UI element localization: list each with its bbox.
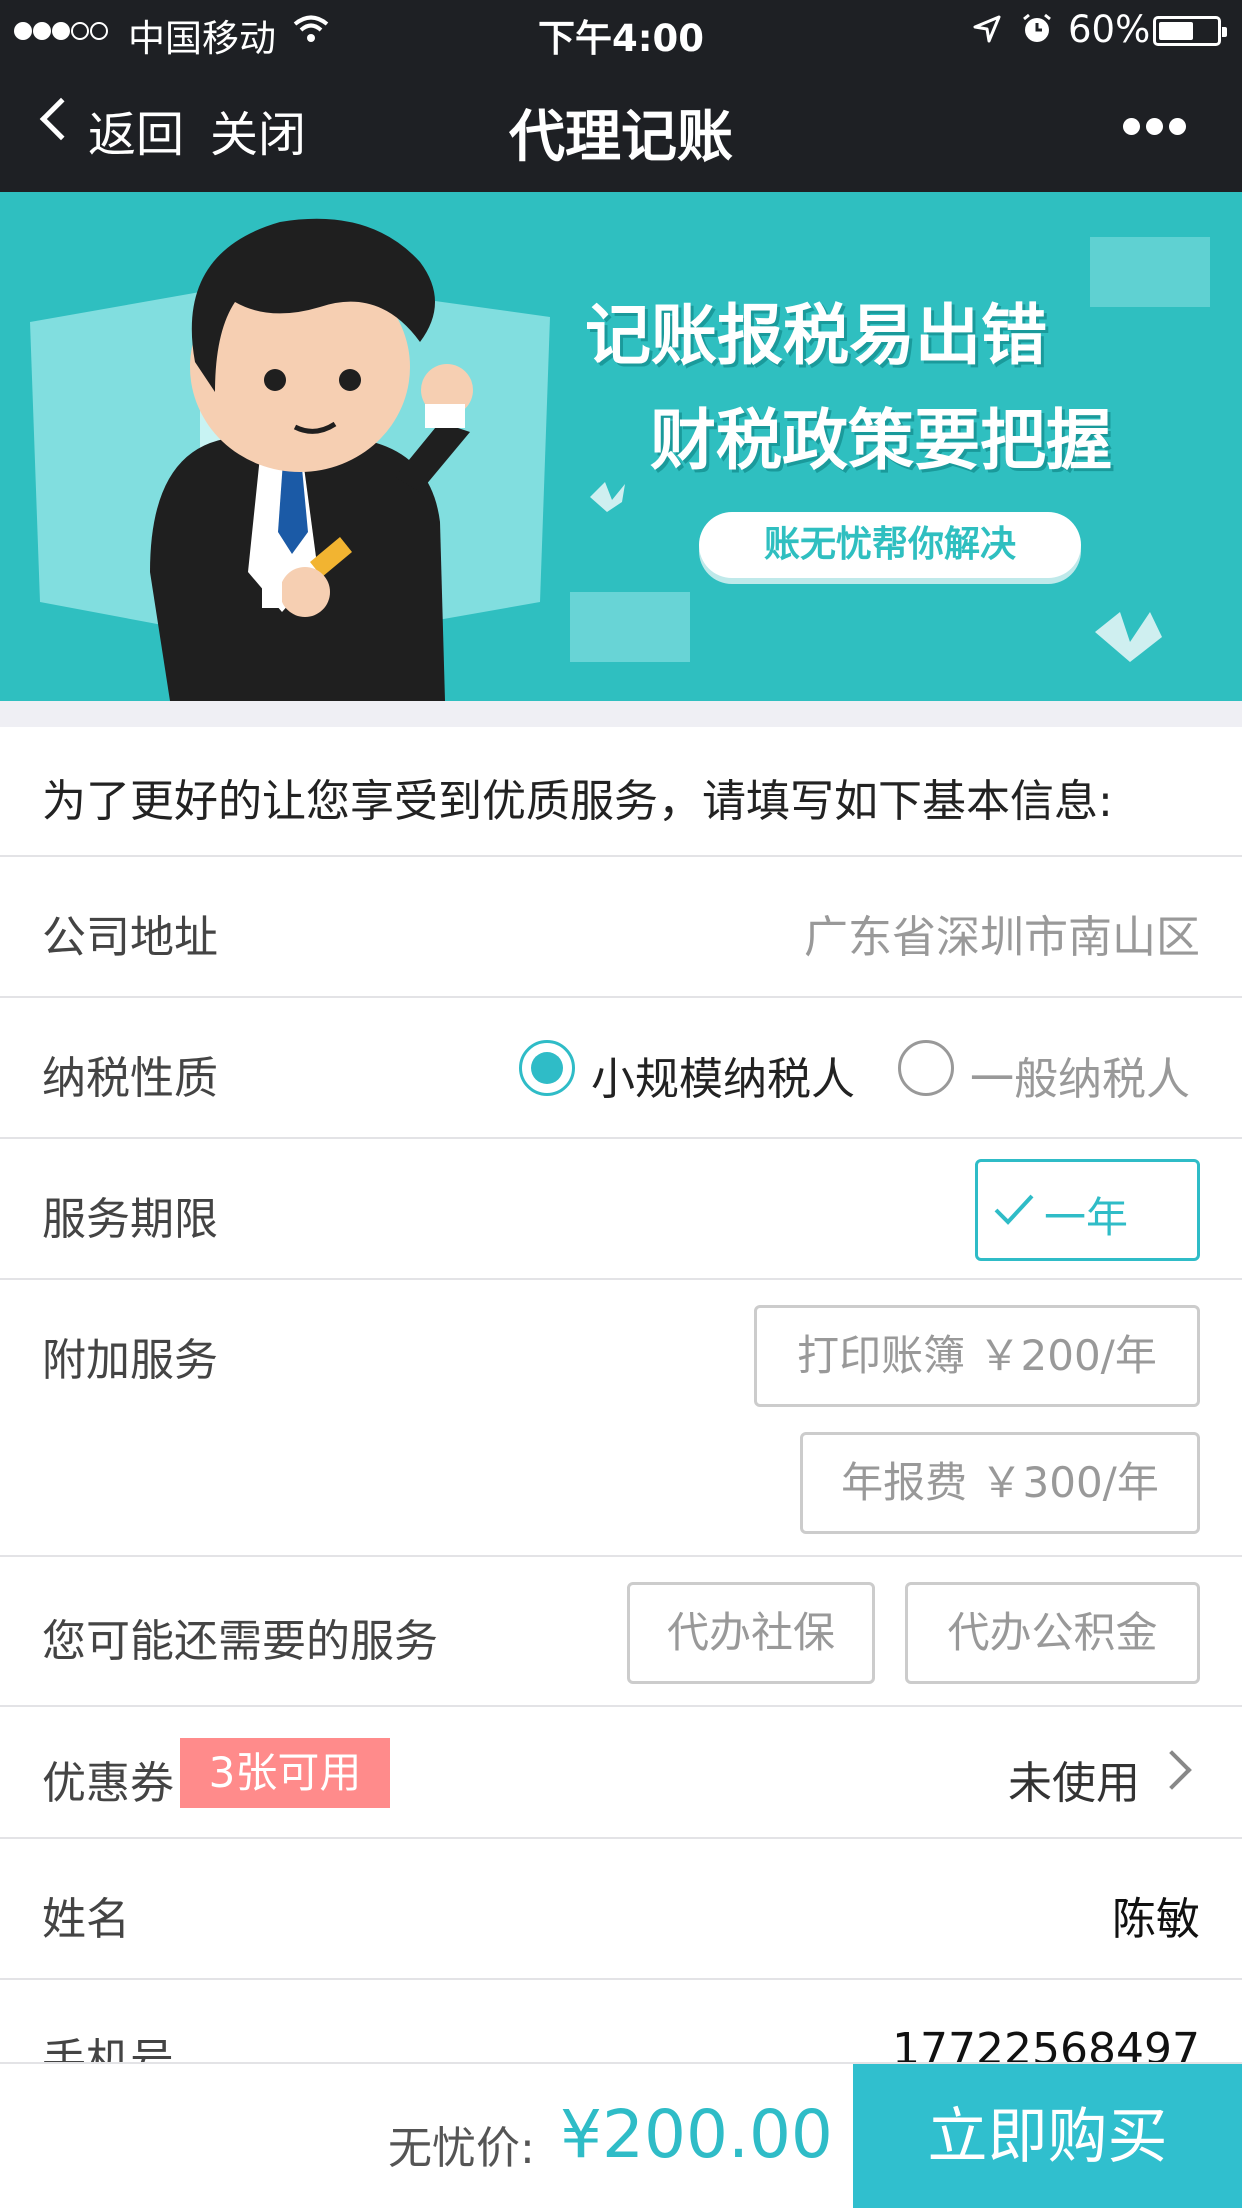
battery-percent: 60% (1068, 8, 1151, 51)
price-label: 无忧价: (388, 2123, 535, 2174)
tax-option-general-label: 一般纳税人 (970, 1054, 1190, 1105)
extra-print-books-option[interactable]: 打印账簿 ￥200/年 (754, 1305, 1200, 1407)
name-value[interactable]: 陈敏 (1112, 1883, 1200, 1947)
section-gap (0, 701, 1242, 727)
housing-fund-option[interactable]: 代办公积金 (905, 1582, 1200, 1684)
banner-line1: 记账报税易出错 (585, 297, 1047, 374)
check-icon (994, 1194, 1034, 1225)
period-option-label: 一年 (1044, 1193, 1129, 1242)
banner-line2: 财税政策要把握 (650, 402, 1112, 479)
clock: 下午4:00 (537, 17, 705, 60)
page: 中国移动 下午4:00 60% 返回 关闭 代理记账 记账报税易出错 财税政策要… (0, 0, 1242, 2208)
name-row[interactable]: 姓名 陈敏 (0, 1839, 1242, 1980)
location-arrow-icon (973, 15, 1001, 43)
alarm-icon (1023, 13, 1051, 42)
recommended-services-label: 您可能还需要的服务 (42, 1616, 438, 1667)
battery-icon (1153, 16, 1227, 46)
address-label: 公司地址 (42, 912, 218, 963)
period-label: 服务期限 (42, 1194, 218, 1245)
banner-pill: 账无忧帮你解决 (699, 512, 1081, 578)
status-bar: 中国移动 下午4:00 60% (0, 0, 1242, 62)
recommended-services-row: 您可能还需要的服务 代办社保 代办公积金 (0, 1557, 1242, 1707)
period-option-one-year[interactable]: 一年 (975, 1159, 1200, 1261)
extra-annual-report-option[interactable]: 年报费 ￥300/年 (800, 1432, 1200, 1534)
address-row[interactable]: 公司地址 广东省深圳市南山区 (0, 857, 1242, 998)
name-label: 姓名 (42, 1894, 130, 1945)
coupon-count-badge: 3张可用 (180, 1738, 390, 1808)
extra-services-row: 附加服务 打印账簿 ￥200/年 年报费 ￥300/年 (0, 1280, 1242, 1557)
promo-banner[interactable]: 记账报税易出错 财税政策要把握 账无忧帮你解决 (0, 192, 1242, 701)
period-row: 服务期限 一年 (0, 1139, 1242, 1280)
coupon-label: 优惠券 (42, 1758, 174, 1809)
price-value: ¥200.00 (560, 2096, 833, 2173)
top-bar: 中国移动 下午4:00 60% 返回 关闭 代理记账 (0, 0, 1242, 192)
checkout-bar: 无忧价: ¥200.00 立即购买 (0, 2062, 1242, 2208)
intro-row: 为了更好的让您享受到优质服务，请填写如下基本信息: (0, 727, 1242, 857)
buy-now-button[interactable]: 立即购买 (853, 2064, 1242, 2208)
coupon-status: 未使用 (1008, 1758, 1140, 1809)
intro-text: 为了更好的让您享受到优质服务，请填写如下基本信息: (42, 776, 1113, 827)
radio-unselected-icon[interactable] (898, 1040, 954, 1096)
extra-services-label: 附加服务 (42, 1335, 218, 1386)
address-value[interactable]: 广东省深圳市南山区 (804, 901, 1200, 965)
tax-type-label: 纳税性质 (42, 1053, 218, 1104)
page-title: 代理记账 (509, 105, 733, 170)
tax-option-small-label: 小规模纳税人 (591, 1054, 855, 1105)
tax-type-row: 纳税性质 小规模纳税人 一般纳税人 (0, 998, 1242, 1139)
social-insurance-option[interactable]: 代办社保 (627, 1582, 875, 1684)
radio-selected-icon[interactable] (519, 1040, 575, 1096)
